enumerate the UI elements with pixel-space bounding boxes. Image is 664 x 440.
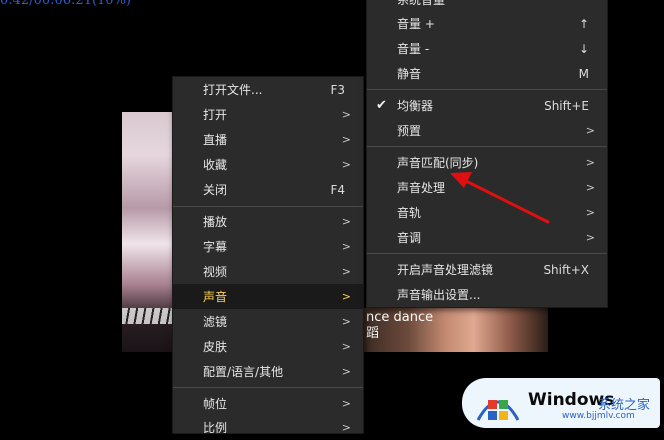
menu-item-label: 视频 bbox=[203, 265, 228, 279]
submenu-arrow-icon: > bbox=[341, 340, 351, 353]
menu-separator bbox=[367, 146, 607, 147]
shortcut-label: M bbox=[578, 66, 589, 81]
menu-item-video[interactable]: 视频 > bbox=[173, 259, 363, 284]
menu-item-mute[interactable]: 静音 M bbox=[367, 61, 607, 86]
subtitle-line-1: nce dance bbox=[366, 310, 434, 325]
submenu-arrow-icon: > bbox=[585, 124, 595, 137]
submenu-arrow-icon: > bbox=[341, 133, 351, 146]
submenu-arrow-icon: > bbox=[341, 265, 351, 278]
menu-item-open[interactable]: 打开 > bbox=[173, 102, 363, 127]
menu-item-live[interactable]: 直播 > bbox=[173, 127, 363, 152]
menu-item-label: 直播 bbox=[203, 133, 228, 147]
watermark-url: www.bjjmlv.com bbox=[562, 411, 635, 421]
submenu-arrow-icon: > bbox=[341, 397, 351, 410]
menu-item-label: 静音 bbox=[397, 67, 422, 81]
menu-item-label: 比例 bbox=[203, 421, 228, 435]
shortcut-label: F4 bbox=[330, 182, 345, 197]
shortcut-label: Shift+E bbox=[544, 98, 589, 113]
menu-item-label: 声音 bbox=[203, 290, 228, 304]
shortcut-label: F3 bbox=[330, 82, 345, 97]
menu-item-label: 帧位 bbox=[203, 397, 228, 411]
menu-item-label: 声音输出设置... bbox=[397, 288, 481, 302]
submenu-arrow-icon: > bbox=[341, 158, 351, 171]
menu-item-ratio[interactable]: 比例 > bbox=[173, 415, 363, 440]
menu-item-label: 音轨 bbox=[397, 206, 422, 220]
menu-item-audio-sync[interactable]: 声音匹配(同步) > bbox=[367, 150, 607, 175]
menu-item-sound[interactable]: 声音 > bbox=[173, 284, 363, 309]
sound-submenu: 系统音量 音量 + ↑ 音量 - ↓ 静音 M ✔ 均衡器 Shift+E 预置 > 声音匹… bbox=[366, 0, 608, 308]
shortcut-label: ↑ bbox=[578, 16, 589, 31]
menu-item-volume-up[interactable]: 音量 + ↑ bbox=[367, 11, 607, 36]
menu-item-label: 音调 bbox=[397, 231, 422, 245]
subtitle-line-2: 蹈 bbox=[366, 326, 380, 341]
menu-item-play[interactable]: 播放 > bbox=[173, 209, 363, 234]
menu-item-label: 音量 - bbox=[397, 42, 430, 56]
menu-item-label: 预置 bbox=[397, 124, 422, 138]
menu-item-equalizer[interactable]: ✔ 均衡器 Shift+E bbox=[367, 93, 607, 118]
menu-item-skin[interactable]: 皮肤 > bbox=[173, 334, 363, 359]
submenu-arrow-icon: > bbox=[585, 231, 595, 244]
menu-item-label: 均衡器 bbox=[397, 99, 434, 113]
menu-item-subtitles[interactable]: 字幕 > bbox=[173, 234, 363, 259]
menu-item-label: 音量 + bbox=[397, 17, 435, 31]
menu-item-config-language-other[interactable]: 配置/语言/其他 > bbox=[173, 359, 363, 384]
menu-item-label: 滤镜 bbox=[203, 315, 228, 329]
menu-item-label: 配置/语言/其他 bbox=[203, 365, 284, 379]
subtitle-text: nce dance 蹈 bbox=[366, 310, 433, 342]
submenu-arrow-icon: > bbox=[341, 108, 351, 121]
submenu-arrow-icon: > bbox=[585, 206, 595, 219]
main-context-menu: 打开文件... F3 打开 > 直播 > 收藏 > 关闭 F4 播放 > 字幕 > 视频 > 声… bbox=[172, 76, 364, 435]
windows-watermark: Windows 系统之家 www.bjjmlv.com bbox=[462, 378, 660, 428]
menu-item-enable-audio-filter[interactable]: 开启声音处理滤镜 Shift+X bbox=[367, 257, 607, 282]
windows-logo-icon bbox=[476, 400, 520, 421]
menu-separator bbox=[173, 206, 363, 207]
menu-item-frame[interactable]: 帧位 > bbox=[173, 391, 363, 416]
menu-item-label: 系统音量 bbox=[397, 0, 446, 7]
menu-item-audio-track[interactable]: 音轨 > bbox=[367, 200, 607, 225]
menu-item-label: 声音处理 bbox=[397, 181, 446, 195]
video-frame-left bbox=[122, 112, 174, 352]
submenu-arrow-icon: > bbox=[341, 290, 351, 303]
menu-item-audio-output-settings[interactable]: 声音输出设置... bbox=[367, 282, 607, 307]
menu-item-label: 收藏 bbox=[203, 158, 228, 172]
menu-separator bbox=[367, 253, 607, 254]
submenu-arrow-icon: > bbox=[341, 365, 351, 378]
piano-keys-image bbox=[122, 308, 174, 324]
menu-separator bbox=[367, 89, 607, 90]
shortcut-label: ↓ bbox=[578, 41, 589, 56]
submenu-arrow-icon: > bbox=[341, 240, 351, 253]
checkmark-icon: ✔ bbox=[376, 98, 387, 113]
menu-item-label: 播放 bbox=[203, 215, 228, 229]
menu-item-presets[interactable]: 预置 > bbox=[367, 118, 607, 143]
menu-item-label: 声音匹配(同步) bbox=[397, 156, 479, 170]
submenu-arrow-icon: > bbox=[341, 215, 351, 228]
menu-item-favorites[interactable]: 收藏 > bbox=[173, 152, 363, 177]
submenu-arrow-icon: > bbox=[585, 156, 595, 169]
menu-item-label: 关闭 bbox=[203, 183, 228, 197]
shortcut-label: Shift+X bbox=[543, 262, 589, 277]
menu-item-label: 皮肤 bbox=[203, 340, 228, 354]
menu-item-pitch[interactable]: 音调 > bbox=[367, 225, 607, 250]
menu-item-volume-down[interactable]: 音量 - ↓ bbox=[367, 36, 607, 61]
submenu-arrow-icon: > bbox=[341, 421, 351, 434]
menu-item-label: 字幕 bbox=[203, 240, 228, 254]
menu-item-close[interactable]: 关闭 F4 bbox=[173, 177, 363, 202]
submenu-arrow-icon: > bbox=[585, 181, 595, 194]
video-frame-right: nce dance 蹈 bbox=[362, 308, 548, 352]
menu-item-filters[interactable]: 滤镜 > bbox=[173, 309, 363, 334]
submenu-arrow-icon: > bbox=[341, 315, 351, 328]
menu-item-open-file[interactable]: 打开文件... F3 bbox=[173, 77, 363, 102]
menu-separator bbox=[173, 387, 363, 388]
menu-item-audio-processing[interactable]: 声音处理 > bbox=[367, 175, 607, 200]
playback-time-osd: 0:42/00:06:21(10%) bbox=[0, 0, 131, 8]
menu-item-label: 打开文件... bbox=[203, 83, 263, 97]
menu-item-label: 打开 bbox=[203, 108, 228, 122]
menu-item-label: 开启声音处理滤镜 bbox=[397, 263, 494, 277]
